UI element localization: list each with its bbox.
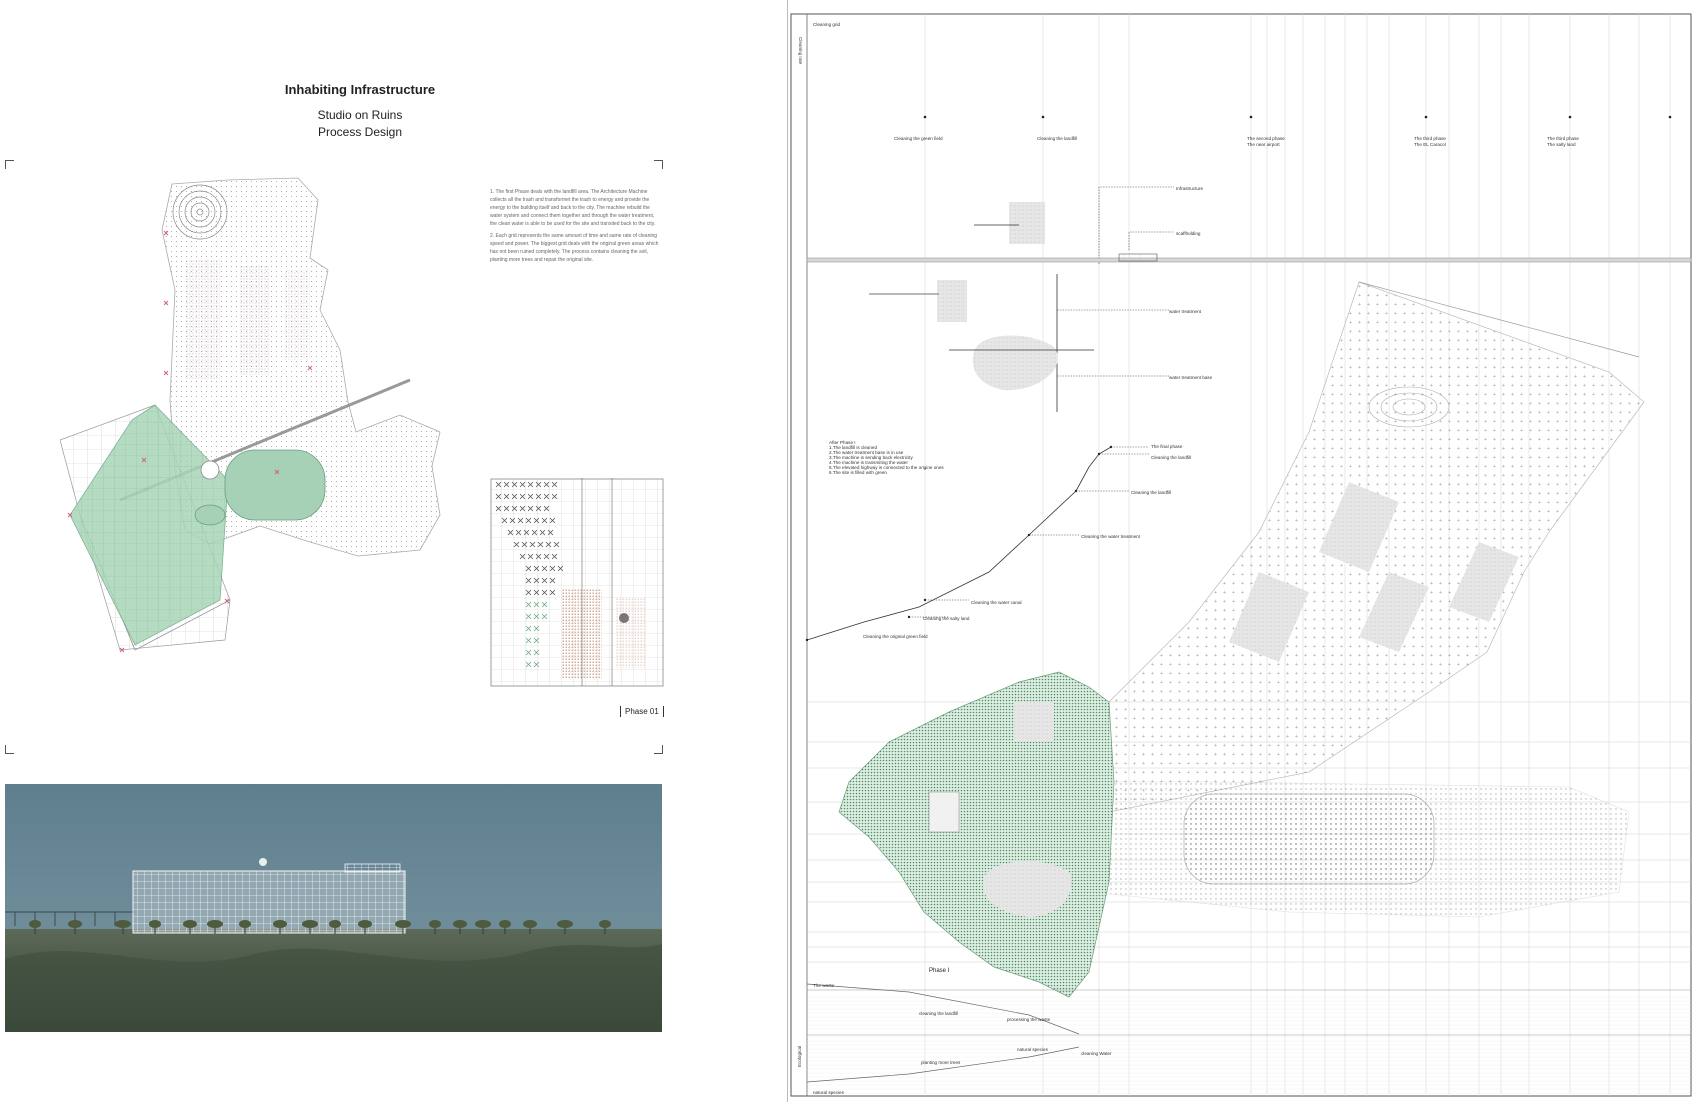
- process-step-1: The final phase: [1151, 444, 1183, 449]
- sheet-divider: [787, 0, 788, 1102]
- phase-description: 1. The first Phase deals with the landfi…: [490, 188, 662, 268]
- phase-5-sublabel: The salty land: [1547, 142, 1576, 147]
- pond-ring: [200, 460, 220, 480]
- phase-3-sublabel: The near airport: [1247, 142, 1280, 147]
- phase-4-sublabel: The EL Caracol: [1414, 142, 1446, 147]
- timeline-cleaning-water: cleaning Water: [1081, 1051, 1112, 1056]
- timeline-vertical-label: Ecological: [797, 1046, 802, 1067]
- pond-outline: [1183, 793, 1435, 885]
- process-step-7: Cleaning the original green field: [863, 634, 928, 639]
- phase-2-label: Cleaning the landfill: [1037, 136, 1077, 141]
- landfill-strip-3: [285, 270, 310, 360]
- phase-3-label: The second phase: [1247, 136, 1285, 141]
- infrastructure-label: Infrastructure: [1176, 186, 1204, 191]
- timeline-waste: The waste: [813, 983, 835, 988]
- sheet-title: Inhabiting Infrastructure: [284, 82, 436, 97]
- description-paragraph-1: 1. The first Phase deals with the landfi…: [490, 189, 656, 227]
- process-step-6: Cleaning the salty land: [923, 616, 970, 621]
- process-step-5: Cleaning the water canal: [971, 600, 1022, 605]
- brown-area-light: [615, 598, 645, 668]
- timeline-natural-species: natural species: [1017, 1047, 1049, 1052]
- process-step-3: Cleaning the landfill: [1131, 490, 1171, 495]
- phase-label: Phase I: [929, 968, 950, 974]
- water-treatment-base-label: water treatment base: [1169, 375, 1213, 380]
- scaffold-box: [1118, 253, 1158, 262]
- phase-4-label: The third phase: [1414, 136, 1446, 141]
- timeline-processing-waste: processing the waste: [1007, 1017, 1051, 1022]
- vertical-axis-label: Cleaning rate: [798, 37, 803, 65]
- crop-mark-bottom-right: [654, 745, 663, 754]
- timeline-planting-trees: planting more trees: [921, 1060, 961, 1065]
- timeline-cleaning-landfill: cleaning the landfill: [919, 1011, 958, 1016]
- process-step-4: Cleaning the water treatment: [1081, 534, 1141, 539]
- grid-progress-diagram: [490, 478, 664, 687]
- green-area-block: [1014, 702, 1054, 742]
- green-area-square: [928, 791, 960, 833]
- phase-1-label: Cleaning the green field: [894, 136, 943, 141]
- description-paragraph-2: 2. Each grid represents the same amount …: [490, 233, 659, 263]
- timeline-natural-species-bottom: natural species: [813, 1090, 845, 1095]
- site-plan-drawing: [60, 177, 441, 653]
- water-treatment-label: water treatment: [1169, 309, 1202, 314]
- crop-mark-top-right: [654, 160, 663, 169]
- water-treatment-block: [937, 280, 967, 322]
- pond-large: [224, 449, 326, 521]
- pond-small: [194, 504, 226, 526]
- phase-tag: Phase 01: [620, 706, 664, 717]
- infrastructure-block: [1009, 202, 1045, 244]
- process-diagram-sheet: + Cleaning grid Cleaning rate Cleaning t…: [790, 13, 1692, 1097]
- crop-mark-bottom-left: [5, 745, 14, 754]
- grid-circle-marker: [619, 613, 629, 623]
- after-phase-item-6: 6.The site is filled with green: [829, 470, 887, 475]
- landfill-strip-2: [240, 265, 270, 375]
- sheet-subtitle-studio: Studio on Ruins: [317, 108, 403, 122]
- scaffolding-label: scaffholding: [1176, 231, 1201, 236]
- landfill-strip-1: [185, 260, 220, 380]
- crop-mark-top-left: [5, 160, 14, 169]
- sheet-subtitle-process: Process Design: [317, 125, 403, 139]
- scaffold-band: [806, 257, 1692, 263]
- phase-5-label: The third phase: [1547, 136, 1579, 141]
- process-step-2: Cleaning the landfill: [1151, 455, 1191, 460]
- cleaning-grid-label: Cleaning grid: [813, 22, 841, 27]
- perspective-render: [5, 784, 662, 1032]
